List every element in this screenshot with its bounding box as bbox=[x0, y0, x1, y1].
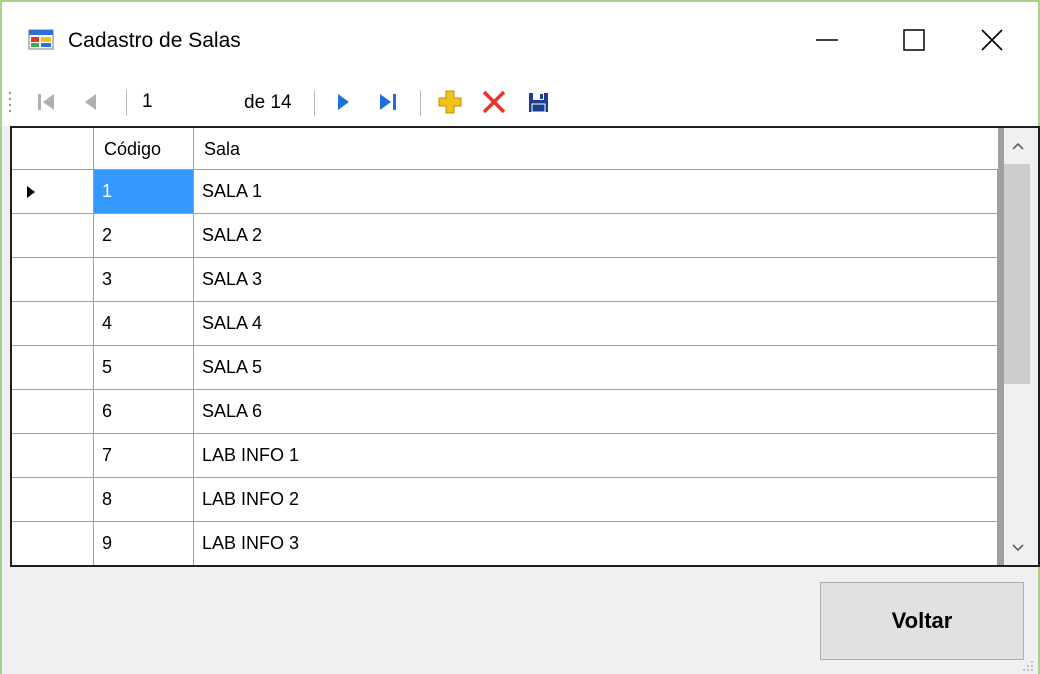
table-row[interactable]: 9 LAB INFO 3 bbox=[12, 522, 998, 565]
move-next-button[interactable] bbox=[324, 78, 364, 126]
move-previous-icon bbox=[85, 94, 96, 110]
table-row[interactable]: 3 SALA 3 bbox=[12, 258, 998, 302]
table-row[interactable]: 1 SALA 1 bbox=[12, 170, 998, 214]
column-header-sala[interactable]: Sala bbox=[194, 128, 998, 170]
binding-navigator: de 14 bbox=[2, 78, 1038, 126]
row-header[interactable] bbox=[12, 390, 94, 433]
maximize-button[interactable] bbox=[870, 2, 960, 78]
cell-sala[interactable]: SALA 4 bbox=[194, 302, 998, 345]
cell-codigo[interactable]: 3 bbox=[94, 258, 194, 301]
toolbar-separator bbox=[126, 90, 127, 116]
add-new-icon bbox=[438, 90, 462, 114]
delete-icon bbox=[482, 90, 506, 114]
form-window-icon bbox=[28, 29, 54, 50]
cell-codigo[interactable]: 1 bbox=[94, 170, 194, 213]
row-header[interactable] bbox=[12, 258, 94, 301]
toolbar-separator bbox=[420, 90, 421, 116]
move-last-button[interactable] bbox=[370, 78, 410, 126]
cell-sala[interactable]: LAB INFO 1 bbox=[194, 434, 998, 477]
toolbar-separator bbox=[314, 90, 315, 116]
vertical-scrollbar[interactable] bbox=[998, 128, 1038, 565]
resize-grip-icon[interactable] bbox=[1020, 658, 1036, 674]
row-header[interactable] bbox=[12, 214, 94, 257]
maximize-icon bbox=[903, 29, 925, 51]
minimize-icon bbox=[816, 39, 838, 41]
cell-codigo[interactable]: 5 bbox=[94, 346, 194, 389]
add-new-button[interactable] bbox=[430, 78, 470, 126]
column-header-codigo[interactable]: Código bbox=[94, 128, 194, 170]
title-bar[interactable]: Cadastro de Salas bbox=[2, 2, 1038, 78]
save-icon bbox=[529, 93, 548, 113]
grid-body: Código Sala 1 SALA 1 2 SALA 2 3 SALA 3 4… bbox=[12, 128, 998, 565]
scroll-up-arrow-icon[interactable] bbox=[1008, 138, 1028, 154]
cell-codigo[interactable]: 2 bbox=[94, 214, 194, 257]
row-header-corner[interactable] bbox=[12, 128, 94, 170]
table-row[interactable]: 7 LAB INFO 1 bbox=[12, 434, 998, 478]
cadastro-salas-window: Cadastro de Salas 1 de 14 Código Sala 1 … bbox=[0, 0, 1040, 674]
table-row[interactable]: 8 LAB INFO 2 bbox=[12, 478, 998, 522]
save-button[interactable] bbox=[518, 78, 558, 126]
row-header[interactable] bbox=[12, 434, 94, 477]
cell-codigo[interactable]: 9 bbox=[94, 522, 194, 565]
row-header[interactable] bbox=[12, 478, 94, 521]
scroll-down-arrow-icon[interactable] bbox=[1008, 540, 1028, 556]
cell-sala[interactable]: SALA 3 bbox=[194, 258, 998, 301]
cell-sala[interactable]: LAB INFO 3 bbox=[194, 522, 998, 565]
cell-codigo[interactable]: 6 bbox=[94, 390, 194, 433]
cell-codigo[interactable]: 8 bbox=[94, 478, 194, 521]
count-label: de 14 bbox=[244, 92, 292, 113]
row-header[interactable] bbox=[12, 522, 94, 565]
grid-header-row: Código Sala bbox=[12, 128, 998, 170]
table-row[interactable]: 6 SALA 6 bbox=[12, 390, 998, 434]
cell-sala[interactable]: SALA 1 bbox=[194, 170, 998, 213]
move-last-icon bbox=[380, 94, 396, 110]
cell-sala[interactable]: LAB INFO 2 bbox=[194, 478, 998, 521]
table-row[interactable]: 5 SALA 5 bbox=[12, 346, 998, 390]
row-header[interactable] bbox=[12, 302, 94, 345]
cell-codigo[interactable]: 4 bbox=[94, 302, 194, 345]
position-input[interactable] bbox=[136, 86, 228, 118]
voltar-button[interactable]: Voltar bbox=[820, 582, 1024, 660]
close-icon bbox=[981, 29, 1003, 51]
move-previous-button[interactable] bbox=[72, 78, 112, 126]
window-title: Cadastro de Salas bbox=[68, 29, 241, 52]
minimize-button[interactable] bbox=[788, 2, 878, 78]
salas-data-grid[interactable]: Código Sala 1 SALA 1 2 SALA 2 3 SALA 3 4… bbox=[10, 126, 1040, 567]
toolbar-grip-icon[interactable] bbox=[8, 90, 12, 114]
scrollbar-thumb[interactable] bbox=[1004, 164, 1030, 384]
cell-sala[interactable]: SALA 6 bbox=[194, 390, 998, 433]
cell-sala[interactable]: SALA 2 bbox=[194, 214, 998, 257]
current-row-arrow-icon bbox=[27, 186, 35, 198]
table-row[interactable]: 4 SALA 4 bbox=[12, 302, 998, 346]
cell-sala[interactable]: SALA 5 bbox=[194, 346, 998, 389]
cell-codigo[interactable]: 7 bbox=[94, 434, 194, 477]
row-header[interactable] bbox=[12, 346, 94, 389]
move-first-button[interactable] bbox=[26, 78, 66, 126]
close-button[interactable] bbox=[950, 2, 1040, 78]
move-next-icon bbox=[338, 94, 349, 110]
move-first-icon bbox=[38, 94, 54, 110]
row-header[interactable] bbox=[12, 170, 94, 213]
table-row[interactable]: 2 SALA 2 bbox=[12, 214, 998, 258]
delete-button[interactable] bbox=[474, 78, 514, 126]
